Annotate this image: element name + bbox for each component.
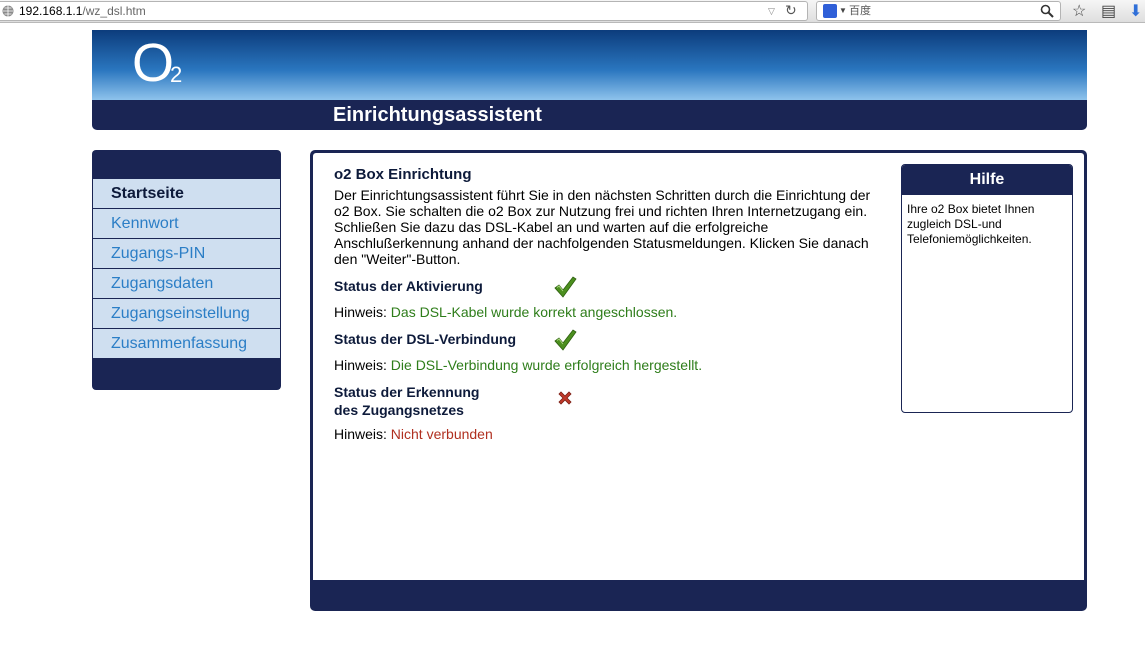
checkmark-icon bbox=[554, 329, 577, 351]
search-engine-caret-icon[interactable]: ▼ bbox=[839, 2, 847, 20]
logo-subscript: 2 bbox=[170, 62, 183, 87]
status-hint: Hinweis: Die DSL-Verbindung wurde erfolg… bbox=[334, 356, 879, 374]
download-icon[interactable]: ⬇ bbox=[1129, 1, 1142, 21]
help-box: Hilfe Ihre o2 Box bietet Ihnen zugleich … bbox=[901, 164, 1073, 413]
bookmarks-list-icon[interactable]: ▤ bbox=[1101, 1, 1116, 21]
globe-icon bbox=[2, 5, 14, 17]
status-label: Status der Aktivierung bbox=[334, 278, 483, 294]
url-text: 192.168.1.1/wz_dsl.htm bbox=[19, 2, 146, 20]
search-engine-name: 百度 bbox=[849, 5, 871, 17]
status-hint: Hinweis: Das DSL-Kabel wurde korrekt ang… bbox=[334, 303, 879, 321]
logo-letter: O bbox=[132, 33, 175, 93]
status-label: Status der Erkennung bbox=[334, 384, 480, 400]
help-title: Hilfe bbox=[902, 165, 1072, 195]
hint-prefix: Hinweis: bbox=[334, 357, 391, 373]
sidebar-item-startseite[interactable]: Startseite bbox=[93, 179, 280, 209]
help-text: Ihre o2 Box bietet Ihnen zugleich DSL-un… bbox=[907, 202, 1035, 246]
search-engine-icon[interactable] bbox=[823, 4, 837, 18]
status-label-line2: des Zugangsnetzes bbox=[334, 402, 464, 418]
url-host: 192.168.1.1 bbox=[19, 4, 83, 18]
error-cross-icon bbox=[558, 391, 572, 405]
hint-message: Die DSL-Verbindung wurde erfolgreich her… bbox=[390, 357, 703, 373]
search-input[interactable]: ▼ 百度 bbox=[816, 1, 1061, 21]
status-activation: Status der Aktivierung bbox=[334, 276, 879, 298]
sidebar-nav: Startseite Kennwort Zugangs-PIN Zugangsd… bbox=[93, 179, 280, 359]
checkmark-icon bbox=[554, 276, 577, 298]
sidebar-item-zugangsdaten[interactable]: Zugangsdaten bbox=[93, 269, 280, 299]
status-label: Status der DSL-Verbindung bbox=[334, 331, 517, 347]
sidebar-item-zusammenfassung[interactable]: Zusammenfassung bbox=[93, 329, 280, 359]
title-band: Einrichtungsassistent bbox=[92, 100, 1087, 130]
page-header: O 2 Einrichtungsassistent bbox=[92, 30, 1087, 130]
sidebar-item-zugangs-pin[interactable]: Zugangs-PIN bbox=[93, 239, 280, 269]
o2-logo: O bbox=[132, 32, 174, 94]
page-title: Einrichtungsassistent bbox=[333, 104, 542, 126]
main-panel: o2 Box Einrichtung Der Einrichtungsassis… bbox=[310, 150, 1087, 611]
search-icon[interactable] bbox=[1040, 4, 1054, 18]
hint-prefix: Hinweis: bbox=[334, 426, 391, 442]
sidebar-item-zugangseinstellung[interactable]: Zugangseinstellung bbox=[93, 299, 280, 329]
main-content-area: o2 Box Einrichtung Der Einrichtungsassis… bbox=[313, 153, 1084, 580]
hint-message: Das DSL-Kabel wurde korrekt angeschlosse… bbox=[390, 304, 678, 320]
hint-prefix: Hinweis: bbox=[334, 304, 391, 320]
sidebar-item-kennwort[interactable]: Kennwort bbox=[93, 209, 280, 239]
status-hint: Hinweis: Nicht verbunden bbox=[334, 425, 879, 443]
bookmark-star-icon[interactable]: ☆ bbox=[1072, 1, 1086, 21]
browser-toolbar: 192.168.1.1/wz_dsl.htm ▽ ↻ ▼ 百度 ☆ ▤ ⬇ bbox=[0, 0, 1145, 23]
address-bar[interactable]: 192.168.1.1/wz_dsl.htm ▽ ↻ bbox=[0, 1, 808, 21]
setup-content: o2 Box Einrichtung Der Einrichtungsassis… bbox=[334, 165, 879, 443]
section-title: o2 Box Einrichtung bbox=[334, 166, 472, 183]
history-dropdown-icon[interactable]: ▽ bbox=[768, 2, 775, 20]
status-dsl-connection: Status der DSL-Verbindung bbox=[334, 329, 879, 351]
url-path: /wz_dsl.htm bbox=[82, 4, 146, 18]
sidebar: Startseite Kennwort Zugangs-PIN Zugangsd… bbox=[92, 150, 281, 390]
reload-icon[interactable]: ↻ bbox=[785, 1, 797, 19]
intro-text: Der Einrichtungsassistent führt Sie in d… bbox=[334, 187, 871, 267]
hint-message: Nicht verbunden bbox=[390, 426, 493, 442]
status-network-detection: Status der Erkennung des Zugangsnetzes bbox=[334, 383, 879, 419]
